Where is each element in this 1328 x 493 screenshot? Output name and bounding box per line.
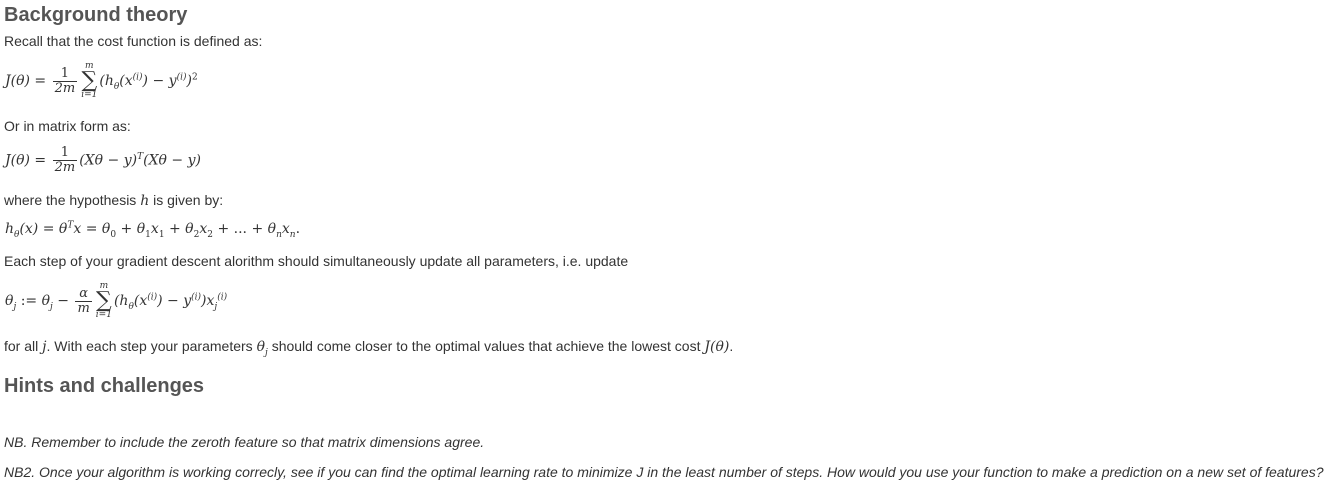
hypothesis-intro-pre: where the hypothesis [4,192,137,208]
closing-sentence: for all j. With each step your parameter… [4,337,733,362]
closing-post: should come closer to the optimal values… [271,338,701,354]
cost-symbol: J(θ) [704,339,730,355]
hypothesis-intro-post: is given by: [153,192,224,208]
hypothesis-intro: where the hypothesis h is given by: [4,191,223,210]
closing-end: . [729,338,734,354]
note-nb1: NB. Remember to include the zeroth featu… [4,434,485,450]
gradient-descent-intro: Each step of your gradient descent alori… [4,253,629,269]
hypothesis-symbol: h [140,193,150,209]
closing-pre: for all [4,338,39,354]
matrix-form-equation: J(θ) = 1 2m (Xθ − y)T(Xθ − y) [5,145,201,175]
note-nb2: NB2. Once your algorithm is working corr… [4,464,1324,480]
background-theory-heading: Background theory [4,4,188,26]
cost-function-equation: J(θ) = 1 2m m ∑ i=1 (hθ(x(i)) − y(i))2 [5,61,198,100]
matrix-form-intro: Or in matrix form as: [4,118,131,134]
hypothesis-equation: hθ(x) = θTx = θ0 + θ1x1 + θ2x2 + ... + θ… [5,220,301,240]
closing-mid: . With each step your parameters [46,338,253,354]
hints-heading: Hints and challenges [4,375,205,397]
update-rule-equation: θj := θj − α m m ∑ i=1 (hθ(x(i)) − y(i))xj(i) [5,281,228,320]
cost-function-intro: Recall that the cost function is defined… [4,33,263,49]
theta-j-symbol: θj [256,339,268,358]
